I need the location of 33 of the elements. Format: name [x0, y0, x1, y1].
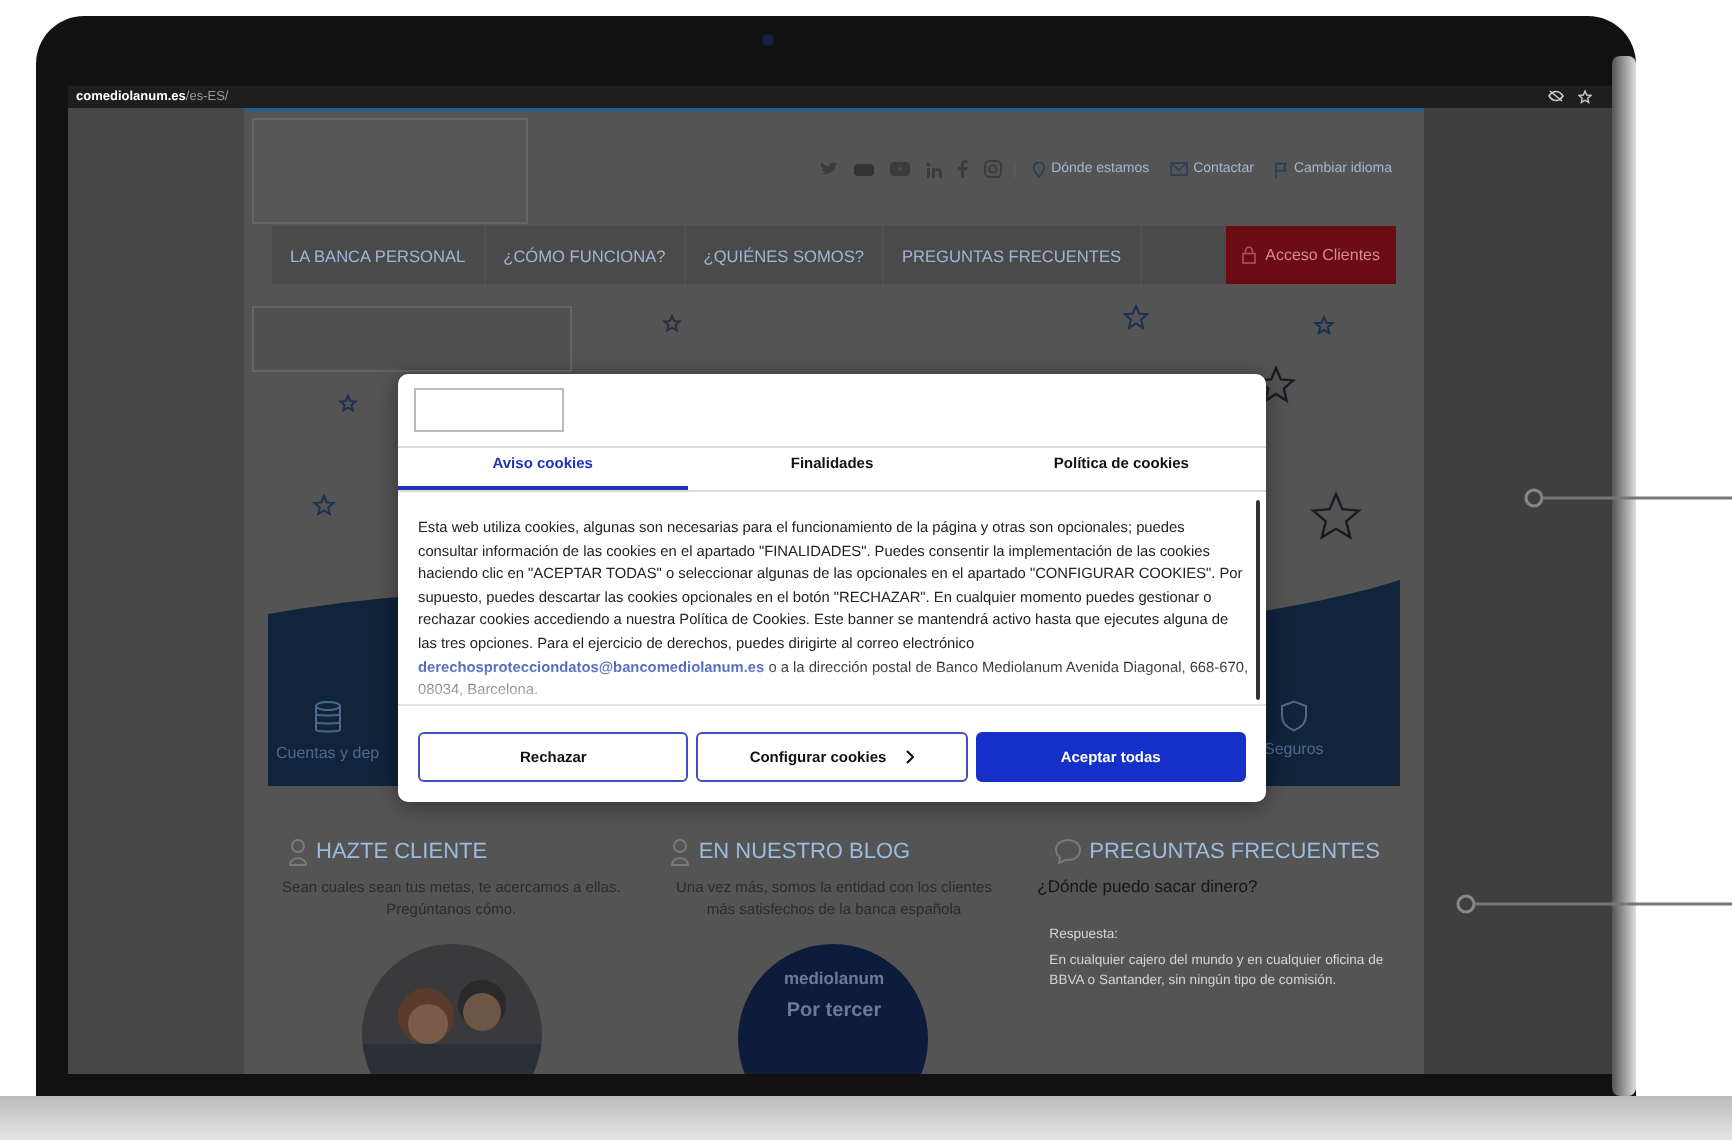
- chevron-right-icon: [906, 750, 915, 764]
- bird-icon[interactable]: [819, 162, 838, 176]
- faq-question: ¿Dónde puedo sacar dinero?: [1035, 876, 1258, 896]
- promo-text: Por tercer: [786, 1000, 882, 1022]
- shield-icon: [1279, 700, 1308, 732]
- person-icon: [288, 838, 308, 866]
- promo-badge[interactable]: mediolanum Por tercer: [738, 944, 929, 1074]
- play-icon[interactable]: [889, 162, 910, 176]
- mail-icon: [1169, 162, 1188, 176]
- speech-bubble-icon: [1053, 838, 1082, 864]
- brand-logo-text: mediolanum: [783, 968, 885, 988]
- flag-icon: [1273, 161, 1288, 177]
- lock-icon: [1241, 246, 1256, 264]
- social-icon[interactable]: [957, 160, 968, 178]
- coins-icon: [311, 700, 344, 736]
- star-icon[interactable]: [1578, 90, 1592, 104]
- location-pin-icon: [1031, 161, 1046, 177]
- login-button[interactable]: Acceso Clientes: [1225, 226, 1396, 284]
- nav-item[interactable]: ¿QUIÉNES SOMOS?: [685, 226, 884, 284]
- section-title: EN NUESTRO BLOG: [698, 840, 911, 864]
- nav-item[interactable]: LA BANCA PERSONAL: [272, 226, 486, 284]
- product-label[interactable]: Seguros: [1264, 740, 1324, 758]
- eye-slash-icon[interactable]: [1548, 90, 1564, 102]
- nav-item[interactable]: PREGUNTAS FRECUENTES: [883, 226, 1142, 284]
- person-icon: [670, 838, 691, 866]
- section-title: HAZTE CLIENTE: [316, 840, 488, 864]
- camera-outline-icon[interactable]: [983, 160, 1002, 178]
- scrollbar[interactable]: [1256, 500, 1260, 700]
- nav-item[interactable]: ¿CÓMO FUNCIONA?: [485, 226, 686, 284]
- product-label[interactable]: Cuentas y dep: [276, 744, 380, 762]
- network-icon[interactable]: [925, 161, 942, 177]
- camera-icon: [762, 34, 774, 46]
- section-title: PREGUNTAS FRECUENTES: [1089, 839, 1380, 863]
